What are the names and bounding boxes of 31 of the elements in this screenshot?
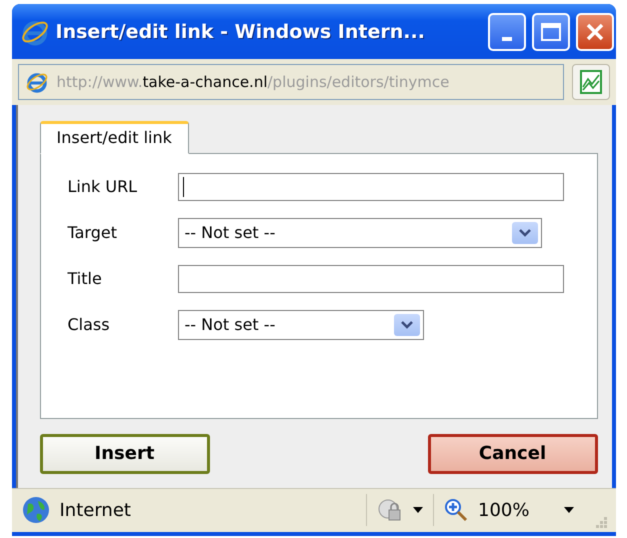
- field-label: Title: [68, 269, 103, 288]
- address-field[interactable]: http://www.take-a-chance.nl/plugins/editors/tinymce: [18, 64, 564, 100]
- dropdown-arrow-icon[interactable]: [413, 507, 424, 514]
- zone-label: Internet: [60, 500, 131, 521]
- close-icon: [584, 22, 604, 42]
- cancel-button[interactable]: Cancel: [428, 434, 598, 474]
- zoom-dropdown-button[interactable]: [564, 507, 574, 514]
- dropdown-select[interactable]: -- Not set --: [178, 310, 424, 340]
- zoom-icon: [444, 498, 468, 522]
- maximize-icon: [540, 22, 562, 42]
- lock-icon[interactable]: [377, 497, 404, 524]
- field-label: Target: [68, 223, 118, 242]
- text-field[interactable]: [178, 172, 564, 201]
- field-label: Link URL: [68, 177, 138, 196]
- close-button[interactable]: [576, 12, 614, 51]
- address-url: http://www.take-a-chance.nl/plugins/editors/tinymce: [56, 72, 450, 91]
- insert-button[interactable]: Insert: [40, 434, 210, 474]
- minimize-button[interactable]: [488, 12, 526, 51]
- text-field[interactable]: [178, 264, 564, 293]
- dropdown-select[interactable]: -- Not set --: [178, 218, 542, 248]
- dialog-tab[interactable]: Insert/edit link: [40, 120, 189, 154]
- page-icon-button[interactable]: [572, 64, 610, 100]
- chevron-down-icon: [394, 314, 420, 336]
- chevron-down-icon: [512, 222, 538, 244]
- window-title: Insert/edit link - Windows Intern...: [56, 20, 426, 43]
- globe-icon: [22, 496, 50, 524]
- chart-page-icon: [578, 68, 602, 95]
- field-label: Class: [68, 315, 111, 334]
- maximize-button[interactable]: [532, 12, 570, 51]
- zoom-level[interactable]: 100%: [478, 500, 530, 521]
- minimize-icon: [502, 36, 512, 41]
